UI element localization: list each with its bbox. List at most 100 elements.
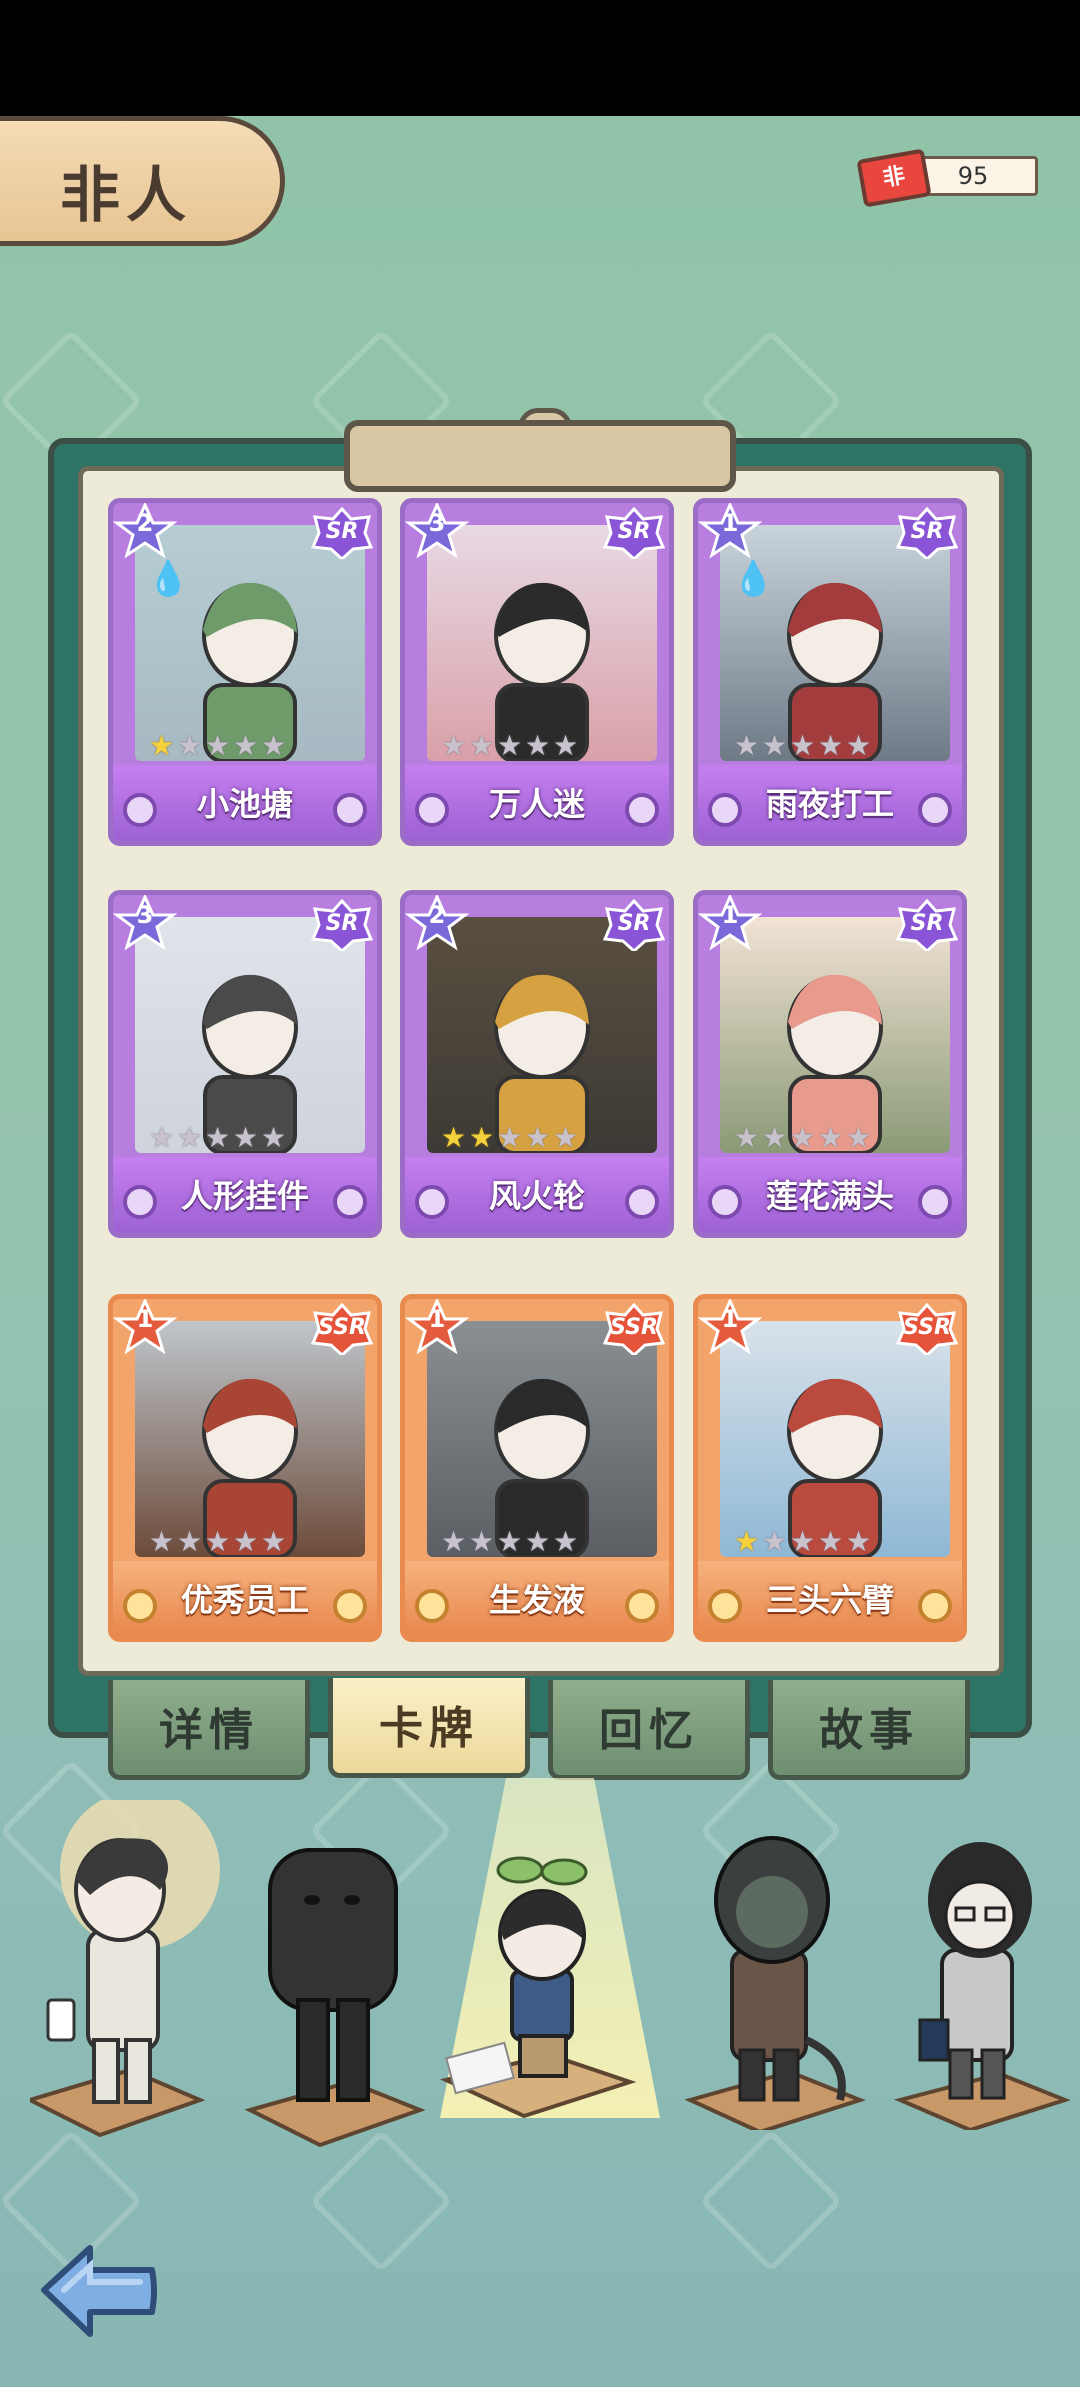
rank-badge: 1 <box>698 503 763 567</box>
card-name-bar: 小池塘 <box>113 765 377 841</box>
rank-badge: 2 <box>405 895 470 959</box>
rarity-label: SR <box>910 519 944 544</box>
bg-pattern <box>308 2128 454 2274</box>
star-icon: ★ <box>205 1525 231 1558</box>
star-icon: ★ <box>818 1525 844 1558</box>
ticket-icon: 非 <box>856 148 932 208</box>
bg-pattern <box>698 2128 844 2274</box>
clipboard-clip <box>344 420 736 492</box>
tab-label: 详情 <box>159 1705 259 1756</box>
rarity-label: SSR <box>610 1315 658 1340</box>
star-rating: ★ ★ ★ ★ ★ <box>441 731 581 761</box>
rank-badge: 3 <box>405 503 470 567</box>
card-6[interactable]: ★ ★ ★ ★ ★ 莲花满头 1 SR <box>693 890 967 1238</box>
back-button[interactable] <box>36 2238 160 2342</box>
rarity-badge: SR <box>602 898 666 954</box>
star-icon: ★ <box>525 729 551 762</box>
card-name-bar: 三头六臂 <box>698 1561 962 1637</box>
star-icon: ★ <box>734 729 760 762</box>
star-icon: ★ <box>497 729 523 762</box>
star-icon: ★ <box>497 1121 523 1154</box>
coin-icon <box>625 1589 659 1623</box>
currency-display: 95 非 <box>856 148 1045 208</box>
currency-amount: 95 <box>957 162 989 190</box>
star-icon: ★ <box>233 1525 259 1558</box>
back-arrow-icon <box>41 2245 157 2337</box>
star-rating: ★ ★ ★ ★ ★ <box>734 731 874 761</box>
card-3[interactable]: 💧 ★ ★ ★ ★ ★ 雨夜打工 1 SR <box>693 498 967 846</box>
tab-details[interactable]: 详情 <box>108 1680 310 1780</box>
rarity-badge: SR <box>602 506 666 562</box>
rarity-badge: SSR <box>310 1302 374 1358</box>
page-title-tab: 非人 <box>0 116 285 246</box>
rarity-badge: SSR <box>602 1302 666 1358</box>
rank-number: 1 <box>428 1305 446 1333</box>
star-icon: ★ <box>790 1121 816 1154</box>
card-1[interactable]: 💧 ★ ★ ★ ★ ★ 小池塘 2 SR <box>108 498 382 846</box>
star-icon: ★ <box>233 1121 259 1154</box>
card-7[interactable]: ★ ★ ★ ★ ★ 优秀员工 1 SSR <box>108 1294 382 1642</box>
tab-label: 回忆 <box>599 1705 699 1756</box>
star-icon: ★ <box>261 1525 287 1558</box>
character-white-suit[interactable] <box>24 1790 220 2150</box>
star-icon: ★ <box>469 729 495 762</box>
tab-memories[interactable]: 回忆 <box>548 1680 750 1780</box>
tab-label: 卡牌 <box>379 1703 479 1754</box>
star-icon: ★ <box>441 729 467 762</box>
star-icon: ★ <box>525 1121 551 1154</box>
rank-badge: 1 <box>698 1299 763 1363</box>
star-icon: ★ <box>553 729 579 762</box>
star-icon: ★ <box>818 1121 844 1154</box>
rank-badge: 2 <box>113 503 178 567</box>
card-9[interactable]: ★ ★ ★ ★ ★ 三头六臂 1 SSR <box>693 1294 967 1642</box>
rank-badge: 3 <box>113 895 178 959</box>
rarity-badge: SR <box>310 898 374 954</box>
star-icon: ★ <box>441 1121 467 1154</box>
character-sprout-boy[interactable] <box>439 1850 640 2130</box>
star-icon: ★ <box>818 729 844 762</box>
star-icon: ★ <box>525 1525 551 1558</box>
rank-number: 3 <box>136 901 154 929</box>
rarity-badge: SSR <box>895 1302 959 1358</box>
rank-badge: 1 <box>113 1299 178 1363</box>
rarity-badge: SR <box>895 506 959 562</box>
star-icon: ★ <box>469 1525 495 1558</box>
coin-icon <box>333 1589 367 1623</box>
star-icon: ★ <box>261 729 287 762</box>
coin-icon <box>918 793 952 827</box>
rank-badge: 1 <box>405 1299 470 1363</box>
star-icon: ★ <box>790 1525 816 1558</box>
star-icon: ★ <box>149 1525 175 1558</box>
coin-icon <box>918 1589 952 1623</box>
star-icon: ★ <box>846 729 872 762</box>
rarity-label: SR <box>910 911 944 936</box>
character-dark-skin-tail[interactable] <box>680 1800 870 2135</box>
star-icon: ★ <box>762 1525 788 1558</box>
rank-number: 1 <box>136 1305 154 1333</box>
card-name-bar: 优秀员工 <box>113 1561 377 1637</box>
rank-badge: 1 <box>698 895 763 959</box>
card-8[interactable]: ★ ★ ★ ★ ★ 生发液 1 SSR <box>400 1294 674 1642</box>
rank-number: 2 <box>428 901 446 929</box>
card-4[interactable]: ★ ★ ★ ★ ★ 人形挂件 3 SR <box>108 890 382 1238</box>
character-glasses[interactable] <box>890 1820 1071 2133</box>
star-icon: ★ <box>233 729 259 762</box>
star-icon: ★ <box>441 1525 467 1558</box>
ticket-stub-label: 非 <box>880 163 907 192</box>
rank-number: 1 <box>721 1305 739 1333</box>
star-rating: ★ ★ ★ ★ ★ <box>441 1123 581 1153</box>
tab-cards[interactable]: 卡牌 <box>328 1678 530 1778</box>
star-icon: ★ <box>469 1121 495 1154</box>
card-2[interactable]: ★ ★ ★ ★ ★ 万人迷 3 SR <box>400 498 674 846</box>
card-name-bar: 生发液 <box>405 1561 669 1637</box>
star-icon: ★ <box>553 1525 579 1558</box>
rank-number: 3 <box>428 509 446 537</box>
star-rating: ★ ★ ★ ★ ★ <box>734 1123 874 1153</box>
page-title: 非人 <box>60 161 192 231</box>
character-headless-suit[interactable] <box>240 1820 430 2150</box>
star-rating: ★ ★ ★ ★ ★ <box>441 1527 581 1557</box>
card-5[interactable]: ★ ★ ★ ★ ★ 风火轮 2 SR <box>400 890 674 1238</box>
star-rating: ★ ★ ★ ★ ★ <box>149 1527 289 1557</box>
tab-story[interactable]: 故事 <box>768 1680 970 1780</box>
coin-icon <box>333 1185 367 1219</box>
